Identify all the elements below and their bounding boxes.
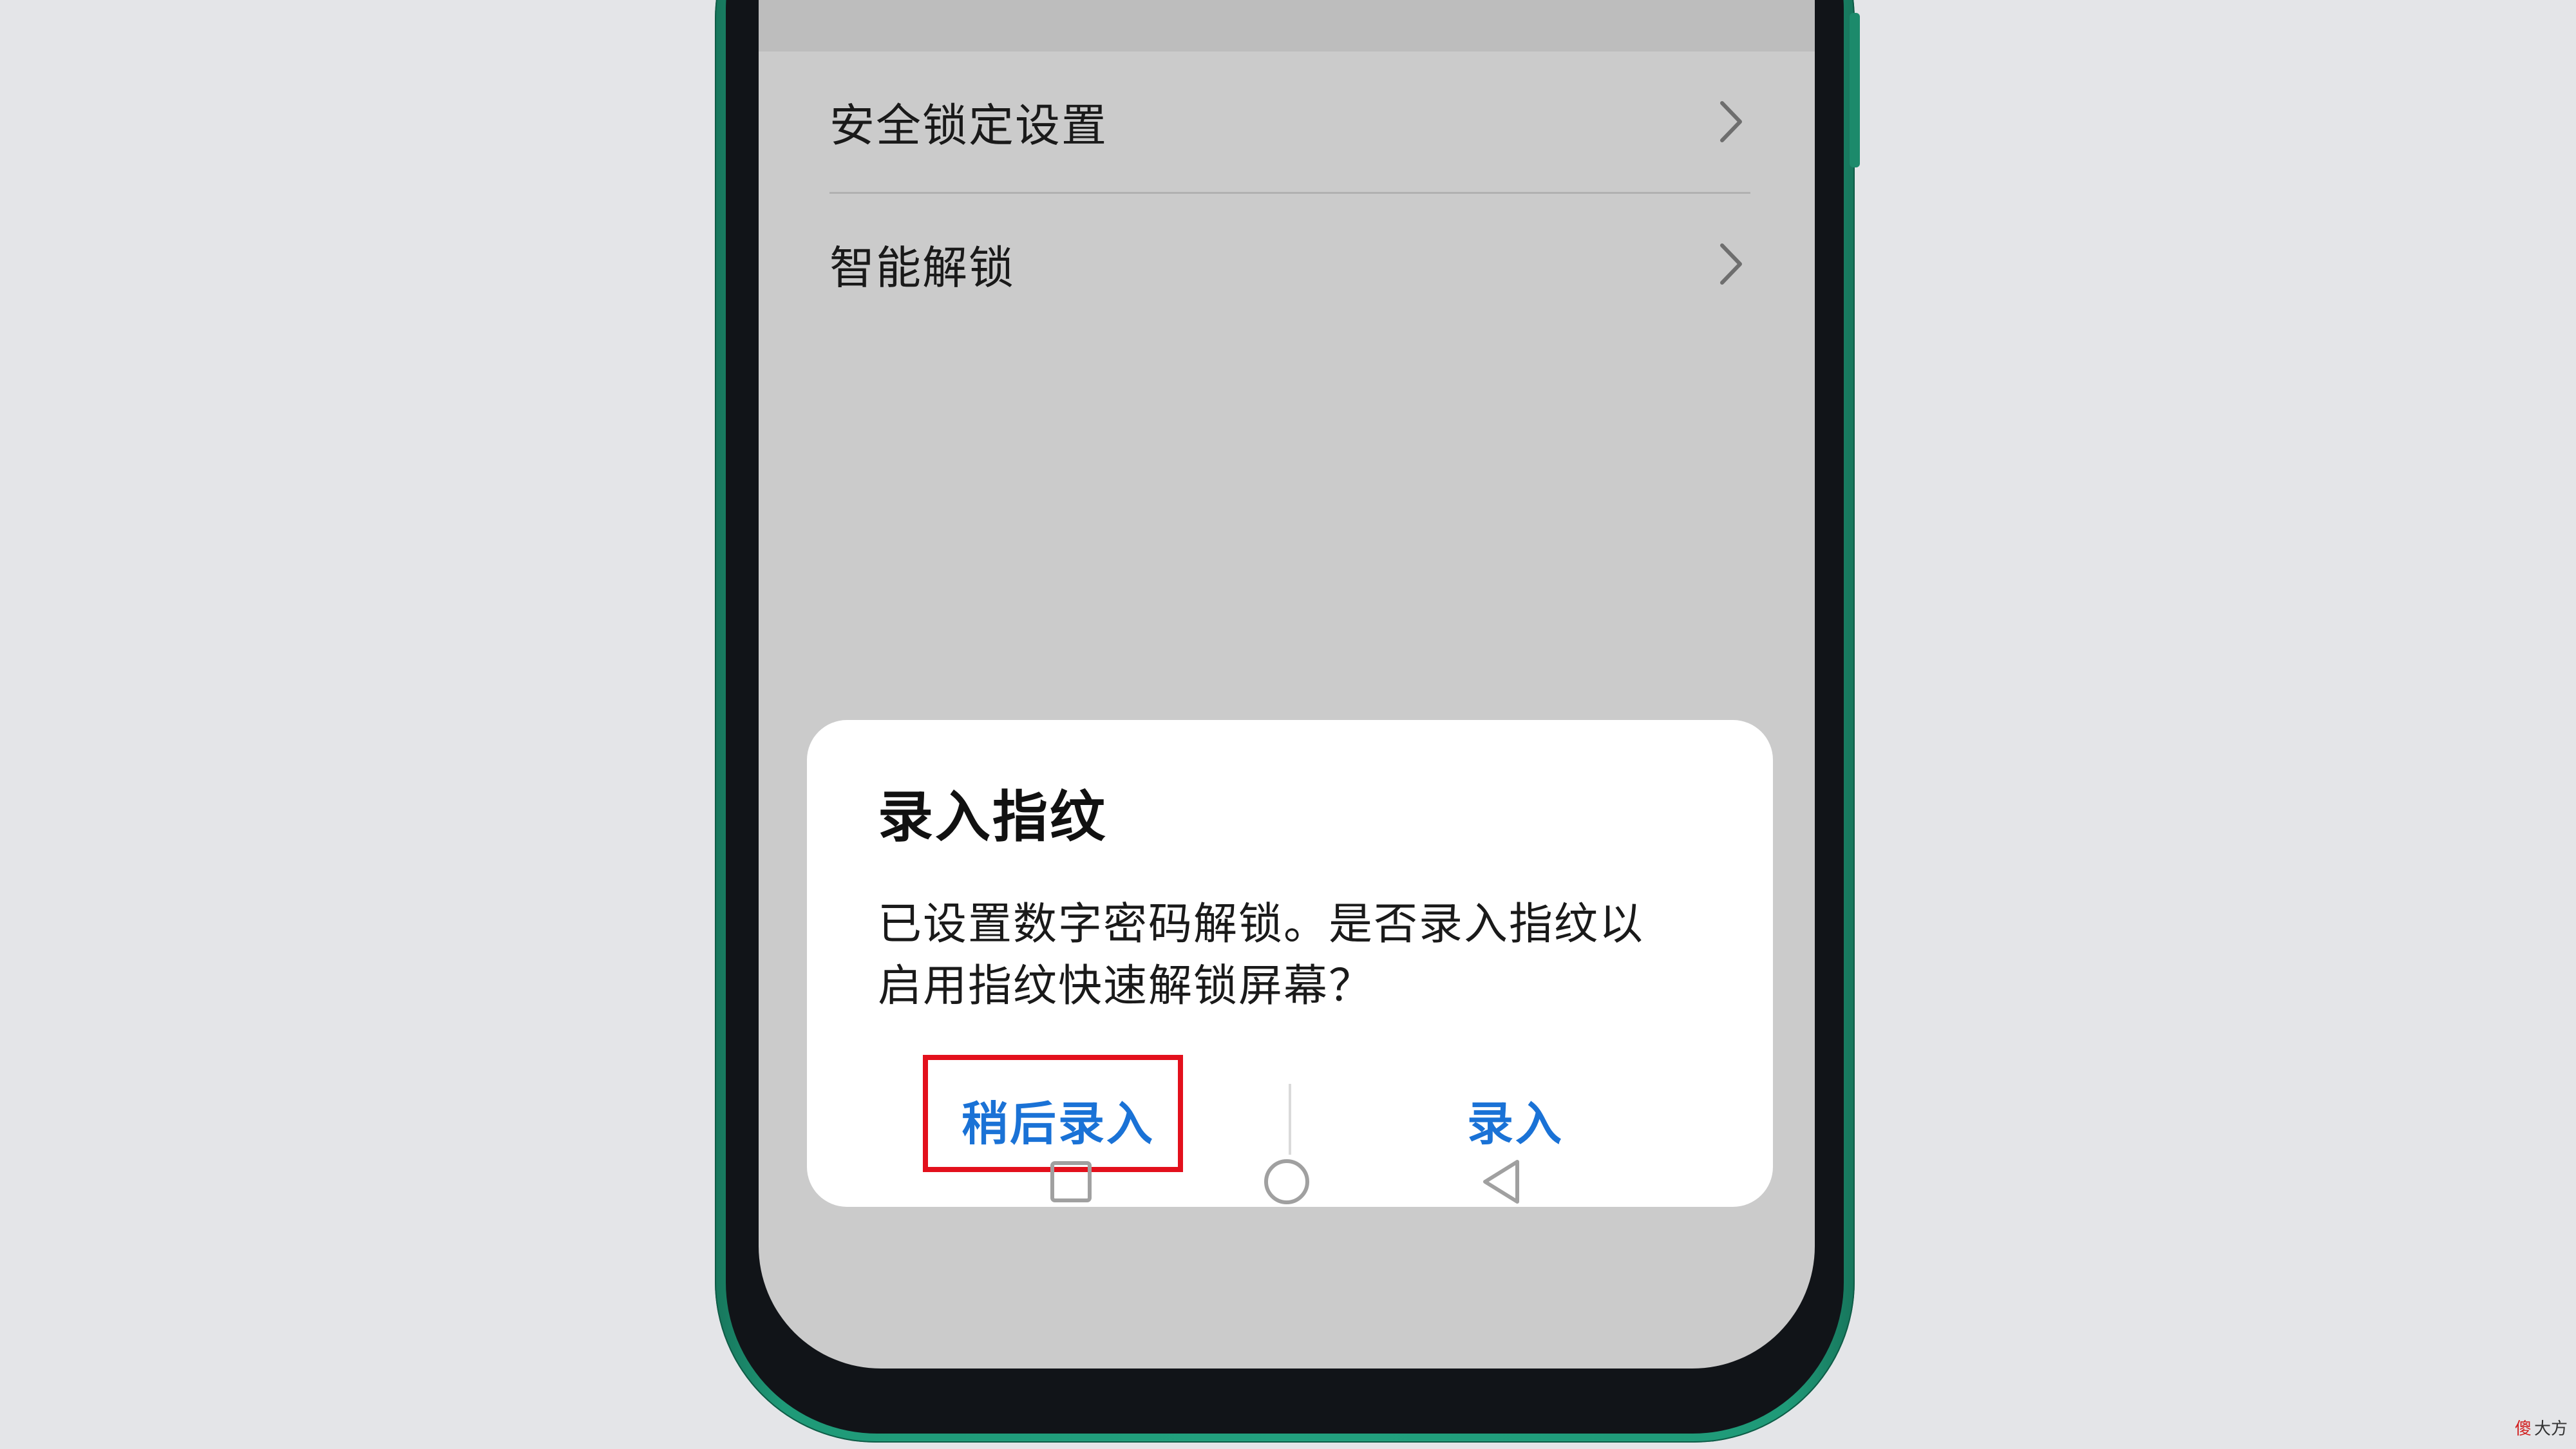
square-icon[interactable] [1042,1153,1100,1211]
navigation-bar [759,1121,1815,1249]
circle-icon[interactable] [1258,1153,1316,1211]
watermark-text: 大方 [2534,1419,2568,1439]
settings-item-smart-unlock[interactable]: 智能解锁 [829,192,1750,334]
phone-screen: 安全锁定设置 智能解锁 录入指纹 已设置数字密码解锁。是否录入指纹以 启用指纹快… [759,0,1815,1368]
phone-side-button [1850,13,1860,167]
dialog-title: 录入指纹 [878,785,1107,849]
watermark-logo: 傻 [2515,1419,2532,1439]
dialog-message-line: 已设置数字密码解锁。是否录入指纹以 [878,899,1645,950]
dialog-message: 已设置数字密码解锁。是否录入指纹以 启用指纹快速解锁屏幕？ [878,894,1702,1018]
settings-list: 安全锁定设置 智能解锁 [829,52,1750,334]
top-strip [759,0,1815,52]
settings-item-security-lock[interactable]: 安全锁定设置 [829,52,1750,192]
settings-item-label: 安全锁定设置 [829,99,1108,152]
settings-item-label: 智能解锁 [829,241,1015,294]
chevron-right-icon [1712,96,1750,147]
watermark: 傻 大方 [2515,1416,2568,1439]
chevron-right-icon [1712,238,1750,290]
dialog-message-line: 启用指纹快速解锁屏幕？ [878,961,1374,1012]
triangle-back-icon[interactable] [1473,1153,1531,1211]
